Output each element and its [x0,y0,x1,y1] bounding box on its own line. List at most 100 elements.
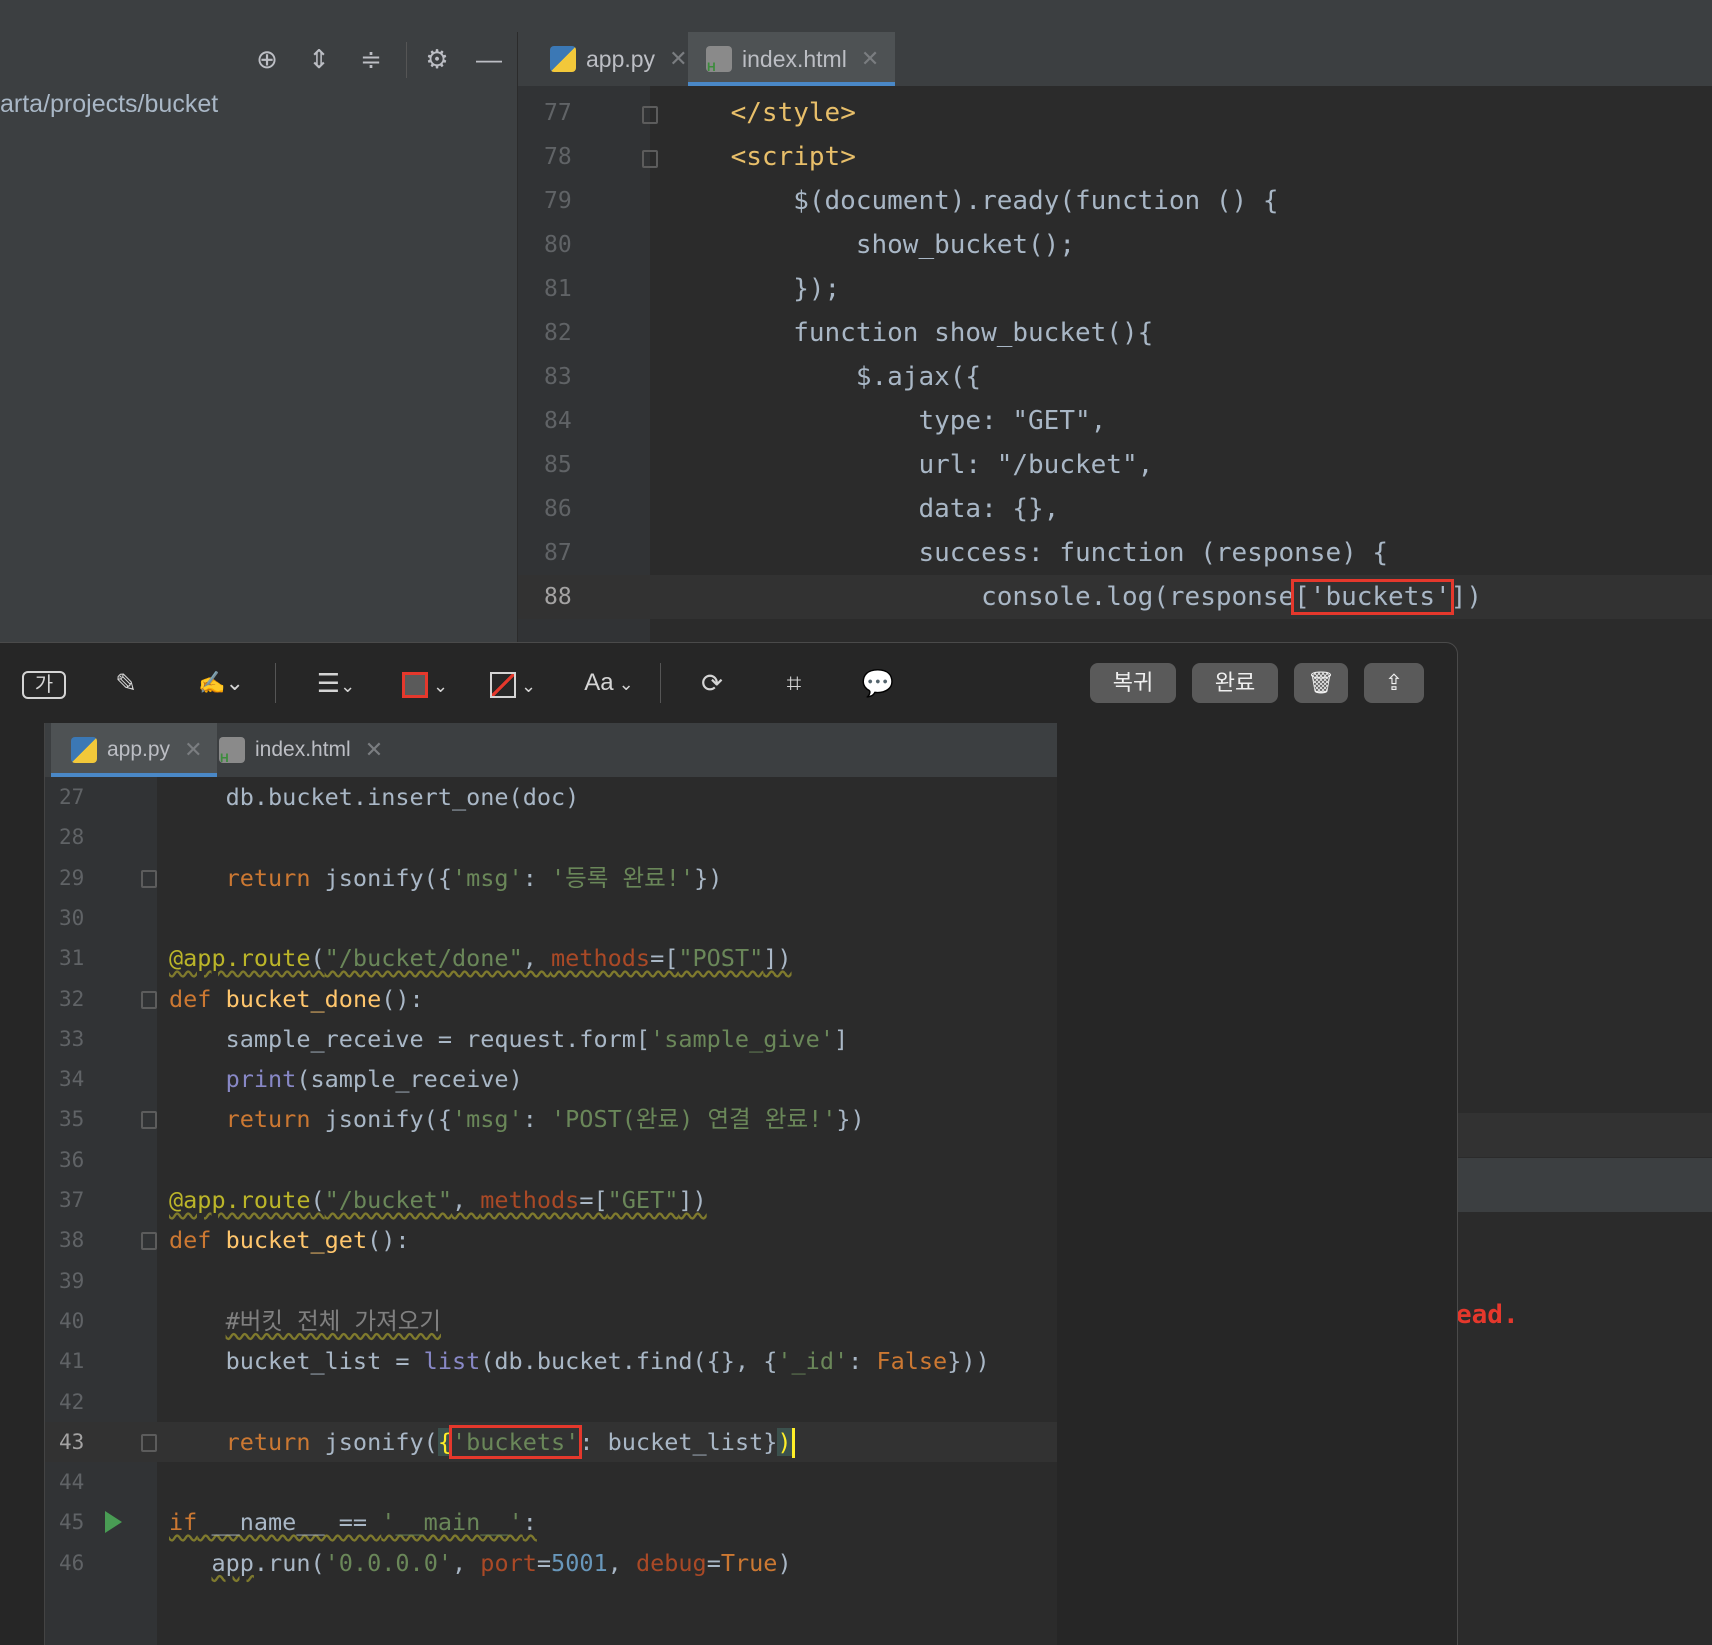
line-number: 42 [59,1389,85,1414]
code-line[interactable]: 29 return jsonify({'msg': '등록 완료!'}) [45,858,1057,898]
code-text: return jsonify({'buckets': bucket_list}) [169,1422,795,1462]
line-number: 85 [544,452,572,478]
code-text: def bucket_done(): [169,984,424,1013]
signature-icon[interactable]: ✍⌄ [188,663,254,703]
close-icon[interactable]: ✕ [669,46,687,72]
close-icon[interactable]: ✕ [184,737,202,763]
expand-all-icon[interactable]: ⇕ [302,42,336,76]
code-text: url: "/bucket", [668,450,1154,480]
toolbar-separator [275,663,276,703]
tab-app-py[interactable]: app.py ✕ [540,32,698,86]
code-line[interactable]: 38 def bucket_get(): [45,1220,1057,1260]
tab-app-py[interactable]: app.py ✕ [51,723,217,777]
code-text: @app.route("/bucket", methods=["GET"]) [169,1186,707,1214]
rotate-icon[interactable]: ⟳ [692,663,732,703]
close-icon[interactable]: ✕ [861,46,879,72]
code-line[interactable]: 32 def bucket_done(): [45,979,1057,1019]
line-number: 36 [59,1147,85,1172]
minimize-icon[interactable]: — [472,42,506,76]
fold-marker-icon[interactable] [642,150,658,168]
fold-marker-icon[interactable] [141,1232,157,1251]
code-line[interactable]: 28 [45,817,1057,857]
code-line[interactable]: 88 console.log(response['buckets']) [518,575,1712,619]
back-code-editor[interactable]: 77 </style> 78 <script> 79 $(document).rea… [518,86,1712,642]
project-root-path[interactable]: arta/projects/bucket [0,90,218,119]
background-panel-strip [1458,1158,1712,1212]
tab-index-html[interactable]: index.html ✕ [688,32,896,86]
code-text: <script> [730,142,856,172]
code-text: success: function (response) { [668,538,1389,568]
code-line[interactable]: 78 <script> [518,135,1712,179]
code-line[interactable]: 77 </style> [518,91,1712,135]
code-line[interactable]: 84 type: "GET", [518,399,1712,443]
code-line[interactable]: 33 sample_receive = request.form['sample… [45,1019,1057,1059]
done-button[interactable]: 완료 [1192,663,1278,703]
revert-button[interactable]: 복귀 [1090,663,1176,703]
code-line[interactable]: 81 }); [518,267,1712,311]
back-editor-tabs: app.py ✕ index.html ✕ [518,32,1712,87]
line-number: 87 [544,540,572,566]
fold-marker-icon[interactable] [141,1433,157,1452]
trash-icon[interactable]: 🗑 [1294,663,1348,703]
font-icon[interactable]: Aa ⌄ [578,663,640,703]
line-number: 33 [59,1026,85,1051]
code-text: print(sample_receive) [225,1065,523,1094]
line-style-icon[interactable]: ☰⌄ [308,663,364,703]
tab-index-html[interactable]: index.html ✕ [209,723,393,777]
code-line[interactable]: 87 success: function (response) { [518,531,1712,575]
close-icon[interactable]: ✕ [365,737,383,763]
code-text: $(document).ready(function () { [668,186,1279,216]
fold-marker-icon[interactable] [642,106,658,124]
line-number: 34 [59,1067,85,1092]
toolbar-separator [406,42,407,78]
code-line[interactable]: 37 @app.route("/bucket", methods=["GET"]) [45,1180,1057,1220]
code-line[interactable]: 80 show_bucket(); [518,223,1712,267]
line-number: 86 [544,496,572,522]
code-line[interactable]: 42 [45,1382,1057,1422]
description-icon[interactable]: 💬 [858,663,898,703]
code-line[interactable]: 86 data: {}, [518,487,1712,531]
code-line[interactable]: 45 if __name__ == '__main__': [45,1502,1057,1542]
code-line[interactable]: 39 [45,1261,1057,1301]
fold-marker-icon[interactable] [141,990,157,1009]
gear-icon[interactable]: ⚙ [420,42,454,76]
code-line[interactable]: 30 [45,898,1057,938]
code-line[interactable]: 82 function show_bucket(){ [518,311,1712,355]
code-line[interactable]: 35 return jsonify({'msg': 'POST(완료) 연결 완… [45,1099,1057,1139]
code-line[interactable]: 46 app.run('0.0.0.0', port=5001, debug=T… [45,1543,1057,1583]
code-line[interactable]: 41 bucket_list = list(db.bucket.find({},… [45,1341,1057,1381]
line-number: 30 [59,905,85,930]
fold-marker-icon[interactable] [141,1111,157,1130]
code-line[interactable]: 36 [45,1140,1057,1180]
fill-color-icon[interactable]: ⌄ [484,663,542,703]
code-text: db.bucket.insert_one(doc) [169,783,580,811]
line-number: 78 [544,144,572,170]
tab-label: index.html [742,45,847,72]
share-icon[interactable]: ⇪ [1364,663,1424,703]
code-line[interactable]: 85 url: "/bucket", [518,443,1712,487]
collapse-all-icon[interactable]: ≑ [354,42,388,76]
line-number: 29 [59,865,85,890]
code-text: type: "GET", [668,406,1107,436]
html-file-icon [706,46,732,74]
code-text: if __name__ == '__main__': [169,1508,537,1537]
front-editor-tabs: app.py ✕ index.html ✕ [45,723,1057,778]
code-line[interactable]: 34 print(sample_receive) [45,1059,1057,1099]
pen-icon[interactable]: ✎ [106,663,146,703]
code-line[interactable]: 44 [45,1462,1057,1502]
code-line[interactable]: 40 #버킷 전체 가져오기 [45,1301,1057,1341]
background-error-text: ead. [1456,1300,1519,1330]
code-text: sample_receive = request.form['sample_gi… [169,1024,849,1053]
code-line[interactable]: 43 return jsonify({'buckets': bucket_lis… [45,1421,1057,1462]
code-line[interactable]: 79 $(document).ready(function () { [518,179,1712,223]
text-box-icon[interactable]: 가 [22,671,66,699]
border-color-icon[interactable]: ⌄ [396,663,454,703]
crop-icon[interactable]: ⌗ [774,663,814,703]
run-icon[interactable] [105,1511,122,1534]
line-number: 45 [59,1510,85,1535]
code-line[interactable]: 31 @app.route("/bucket/done", methods=["P… [45,938,1057,978]
code-line[interactable]: 83 $.ajax({ [518,355,1712,399]
fold-marker-icon[interactable] [141,869,157,888]
locate-icon[interactable]: ⊕ [250,42,284,76]
code-line[interactable]: 27 db.bucket.insert_one(doc) [45,777,1057,817]
